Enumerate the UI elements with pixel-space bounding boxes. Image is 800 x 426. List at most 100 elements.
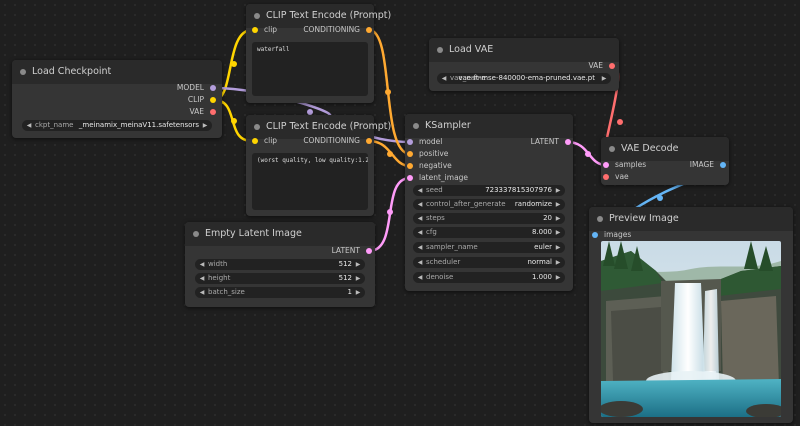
node-header[interactable]: Load Checkpoint (12, 60, 222, 84)
output-conditioning[interactable]: CONDITIONING (303, 136, 372, 146)
ckpt-name-combo[interactable]: ◀ ckpt_name _meinamix_meinaV11.safetenso… (22, 120, 212, 131)
node-title: Empty Latent Image (205, 228, 302, 239)
port-dot-icon[interactable] (407, 151, 413, 157)
scheduler-widget[interactable]: ◀ scheduler normal ▶ (413, 257, 565, 268)
collapse-dot-icon[interactable] (413, 123, 419, 129)
width-widget[interactable]: ◀ width 512 ▶ (195, 259, 365, 270)
arrow-right-icon[interactable]: ▶ (354, 287, 362, 298)
arrow-right-icon[interactable]: ▶ (554, 185, 562, 196)
input-model[interactable]: model (407, 137, 442, 147)
steps-widget[interactable]: ◀ steps 20 ▶ (413, 213, 565, 224)
node-header[interactable]: Load VAE (429, 38, 619, 62)
arrow-right-icon[interactable]: ▶ (354, 273, 362, 284)
arrow-left-icon[interactable]: ◀ (198, 273, 206, 284)
empty-latent-image-node[interactable]: Empty Latent Image LATENT ◀ width 512 ▶ … (185, 222, 375, 307)
generated-waterfall-image[interactable] (601, 241, 781, 417)
input-positive[interactable]: positive (407, 149, 448, 159)
prompt-textarea[interactable]: waterfall (252, 42, 368, 96)
output-conditioning[interactable]: CONDITIONING (303, 25, 372, 35)
control-after-generate-widget[interactable]: ◀ control_after_generate randomize ▶ (413, 199, 565, 210)
arrow-left-icon[interactable]: ◀ (416, 213, 424, 224)
arrow-right-icon[interactable]: ▶ (201, 120, 209, 131)
port-dot-icon[interactable] (366, 27, 372, 33)
port-dot-icon[interactable] (252, 138, 258, 144)
collapse-dot-icon[interactable] (597, 216, 603, 222)
output-image[interactable]: IMAGE (690, 160, 726, 170)
collapse-dot-icon[interactable] (254, 124, 260, 130)
sampler-name-widget[interactable]: ◀ sampler_name euler ▶ (413, 242, 565, 253)
input-latent-image[interactable]: latent_image (407, 173, 468, 183)
load-vae-node[interactable]: Load VAE VAE ◀ vae_name vae-ft-mse-84000… (429, 38, 619, 91)
port-dot-icon[interactable] (210, 109, 216, 115)
clip-text-encode-positive-node[interactable]: CLIP Text Encode (Prompt) clip CONDITION… (246, 4, 391, 103)
collapse-dot-icon[interactable] (609, 146, 615, 152)
port-dot-icon[interactable] (603, 162, 609, 168)
node-header[interactable]: Empty Latent Image (185, 222, 375, 246)
arrow-right-icon[interactable]: ▶ (554, 199, 562, 210)
arrow-left-icon[interactable]: ◀ (416, 185, 424, 196)
port-dot-icon[interactable] (565, 139, 571, 145)
input-samples[interactable]: samples (603, 160, 646, 170)
input-negative[interactable]: negative (407, 161, 452, 171)
output-latent[interactable]: LATENT (531, 137, 571, 147)
prompt-textarea[interactable]: (worst quality, low quality:1.25) (252, 153, 368, 210)
cfg-widget[interactable]: ◀ cfg 8.000 ▶ (413, 227, 565, 238)
input-clip[interactable]: clip (252, 25, 277, 35)
arrow-right-icon[interactable]: ▶ (554, 227, 562, 238)
node-title: VAE Decode (621, 143, 679, 154)
port-dot-icon[interactable] (720, 162, 726, 168)
vae-decode-node[interactable]: VAE Decode samples vae IMAGE (601, 137, 729, 185)
output-clip[interactable]: CLIP (188, 95, 216, 105)
arrow-right-icon[interactable]: ▶ (554, 257, 562, 268)
collapse-dot-icon[interactable] (254, 13, 260, 19)
arrow-left-icon[interactable]: ◀ (25, 120, 33, 131)
arrow-left-icon[interactable]: ◀ (416, 242, 424, 253)
arrow-left-icon[interactable]: ◀ (440, 73, 448, 84)
arrow-right-icon[interactable]: ▶ (554, 242, 562, 253)
port-dot-icon[interactable] (210, 97, 216, 103)
output-vae[interactable]: VAE (189, 107, 216, 117)
reroute-dot (585, 151, 591, 157)
seed-widget[interactable]: ◀ seed 723337815307976 ▶ (413, 185, 565, 196)
ksampler-node[interactable]: KSampler model positive negative latent_… (405, 114, 573, 291)
port-dot-icon[interactable] (366, 138, 372, 144)
arrow-left-icon[interactable]: ◀ (416, 257, 424, 268)
arrow-left-icon[interactable]: ◀ (416, 272, 424, 283)
height-widget[interactable]: ◀ height 512 ▶ (195, 273, 365, 284)
arrow-left-icon[interactable]: ◀ (416, 199, 424, 210)
output-model[interactable]: MODEL (177, 83, 216, 93)
batch-size-widget[interactable]: ◀ batch_size 1 ▶ (195, 287, 365, 298)
port-dot-icon[interactable] (210, 85, 216, 91)
load-checkpoint-node[interactable]: Load Checkpoint MODEL CLIP VAE ◀ ckpt_na… (12, 60, 222, 138)
arrow-left-icon[interactable]: ◀ (416, 227, 424, 238)
node-header[interactable]: VAE Decode (601, 137, 729, 161)
input-clip[interactable]: clip (252, 136, 277, 146)
collapse-dot-icon[interactable] (437, 47, 443, 53)
output-vae[interactable]: VAE (588, 61, 615, 71)
port-dot-icon[interactable] (407, 175, 413, 181)
output-latent[interactable]: LATENT (332, 246, 372, 256)
collapse-dot-icon[interactable] (20, 69, 26, 75)
arrow-right-icon[interactable]: ▶ (554, 213, 562, 224)
node-header[interactable]: Preview Image (589, 207, 793, 231)
port-dot-icon[interactable] (252, 27, 258, 33)
port-dot-icon[interactable] (366, 248, 372, 254)
port-dot-icon[interactable] (609, 63, 615, 69)
arrow-left-icon[interactable]: ◀ (198, 259, 206, 270)
input-vae[interactable]: vae (603, 172, 629, 182)
port-dot-icon[interactable] (407, 139, 413, 145)
vae-name-combo[interactable]: ◀ vae_name vae-ft-mse-840000-ema-pruned.… (437, 73, 611, 84)
arrow-right-icon[interactable]: ▶ (554, 272, 562, 283)
input-images[interactable]: images (592, 230, 631, 240)
denoise-widget[interactable]: ◀ denoise 1.000 ▶ (413, 272, 565, 283)
clip-text-encode-negative-node[interactable]: CLIP Text Encode (Prompt) clip CONDITION… (246, 115, 391, 216)
arrow-left-icon[interactable]: ◀ (198, 287, 206, 298)
arrow-right-icon[interactable]: ▶ (354, 259, 362, 270)
collapse-dot-icon[interactable] (193, 231, 199, 237)
arrow-right-icon[interactable]: ▶ (600, 73, 608, 84)
port-dot-icon[interactable] (592, 232, 598, 238)
port-dot-icon[interactable] (407, 163, 413, 169)
preview-image-node[interactable]: Preview Image images (589, 207, 793, 423)
port-dot-icon[interactable] (603, 174, 609, 180)
node-header[interactable]: KSampler (405, 114, 573, 138)
